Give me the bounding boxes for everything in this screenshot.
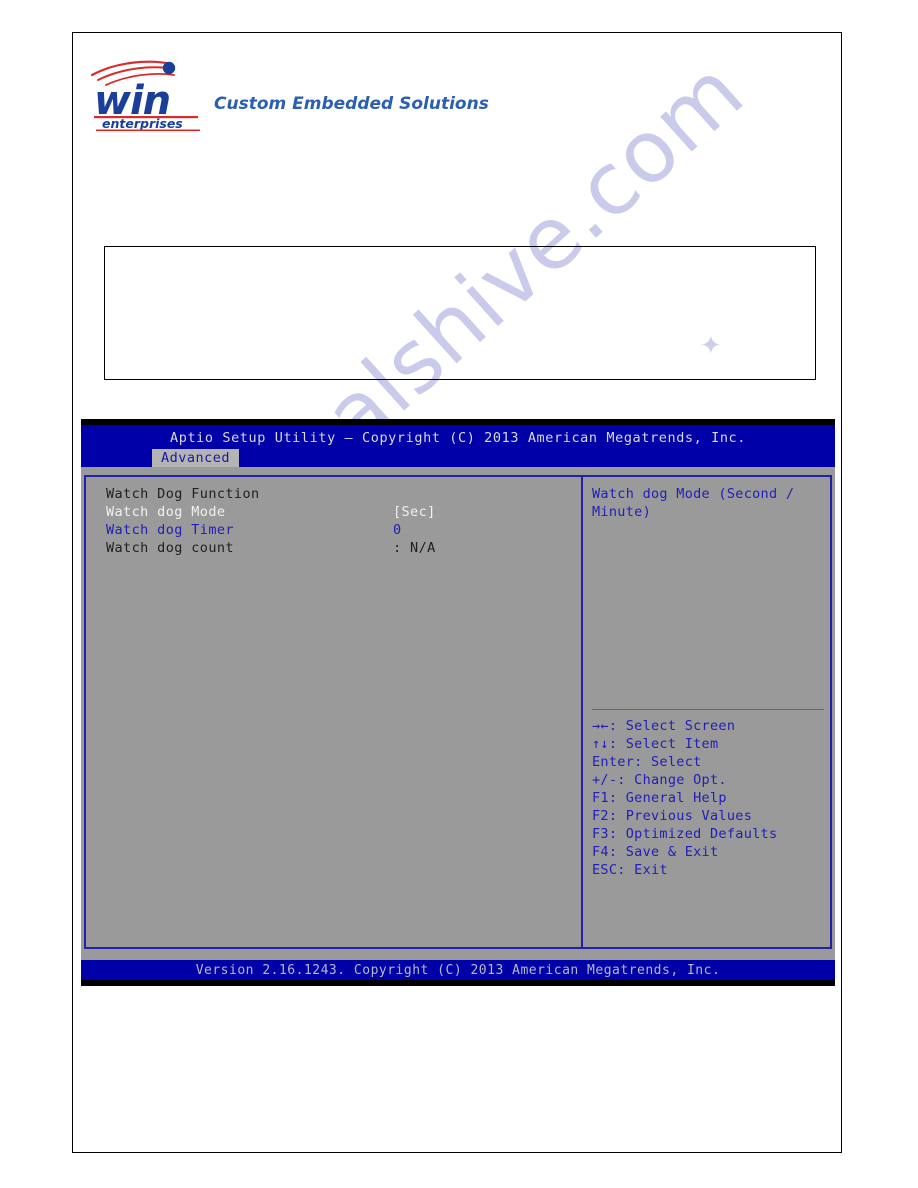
bios-footer-bar: Version 2.16.1243. Copyright (C) 2013 Am… [81, 960, 835, 980]
brand-tagline: Custom Embedded Solutions [214, 94, 489, 114]
help-divider [592, 709, 824, 710]
key-legend-item: F1: General Help [592, 790, 727, 806]
key-legend-item: F2: Previous Values [592, 808, 753, 824]
brand-header: win enterprises Custom Embedded Solution… [86, 58, 506, 134]
menu-item-value[interactable]: 0 [393, 521, 402, 539]
svg-text:enterprises: enterprises [102, 116, 183, 131]
bios-body-gap [81, 951, 835, 960]
menu-item-label: Watch dog Mode [106, 504, 226, 520]
key-legend-item: ↑↓: Select Item [592, 736, 719, 752]
help-text: Watch dog Mode (Second / Minute) [592, 486, 795, 520]
key-legend-item: →←: Select Screen [592, 718, 736, 734]
menu-item-watch-dog-timer[interactable]: Watch dog Timer 0 [106, 521, 576, 539]
bios-body: Watch Dog Function Watch dog Mode [Sec] … [81, 475, 835, 951]
bios-tab-bar[interactable]: Advanced [81, 449, 835, 467]
menu-item-label: Watch dog count [106, 540, 234, 556]
win-enterprises-logo: win enterprises [90, 60, 200, 132]
bios-version-text: Version 2.16.1243. Copyright (C) 2013 Am… [195, 963, 721, 978]
empty-content-box [104, 246, 816, 380]
menu-section-title: Watch Dog Function [106, 485, 576, 503]
key-legend-item: F4: Save & Exit [592, 844, 719, 860]
bios-menu-panel: Watch Dog Function Watch dog Mode [Sec] … [84, 475, 581, 949]
tab-advanced[interactable]: Advanced [152, 449, 240, 467]
key-legend: →←: Select Screen ↑↓: Select Item Enter:… [592, 717, 828, 879]
key-legend-item: Enter: Select [592, 754, 702, 770]
menu-item-watch-dog-count: Watch dog count : N/A [106, 539, 576, 557]
key-legend-item: F3: Optimized Defaults [592, 826, 778, 842]
bios-setup-screenshot: Aptio Setup Utility – Copyright (C) 2013… [81, 419, 835, 986]
bios-help-panel: Watch dog Mode (Second / Minute) →←: Sel… [581, 475, 832, 949]
menu-section-title-label: Watch Dog Function [106, 486, 260, 502]
key-legend-item: ESC: Exit [592, 862, 668, 878]
menu-item-value: : N/A [393, 540, 436, 556]
menu-item-value[interactable]: [Sec] [393, 503, 436, 521]
bios-title-bar: Aptio Setup Utility – Copyright (C) 2013… [81, 425, 835, 449]
bios-tab-underline [81, 467, 835, 475]
bios-bottom-strip [81, 980, 835, 986]
bios-title-text: Aptio Setup Utility – Copyright (C) 2013… [169, 430, 747, 446]
key-legend-item: +/-: Change Opt. [592, 772, 727, 788]
menu-item-watch-dog-mode[interactable]: Watch dog Mode [Sec] [106, 503, 576, 521]
menu-item-label: Watch dog Timer [106, 522, 234, 538]
